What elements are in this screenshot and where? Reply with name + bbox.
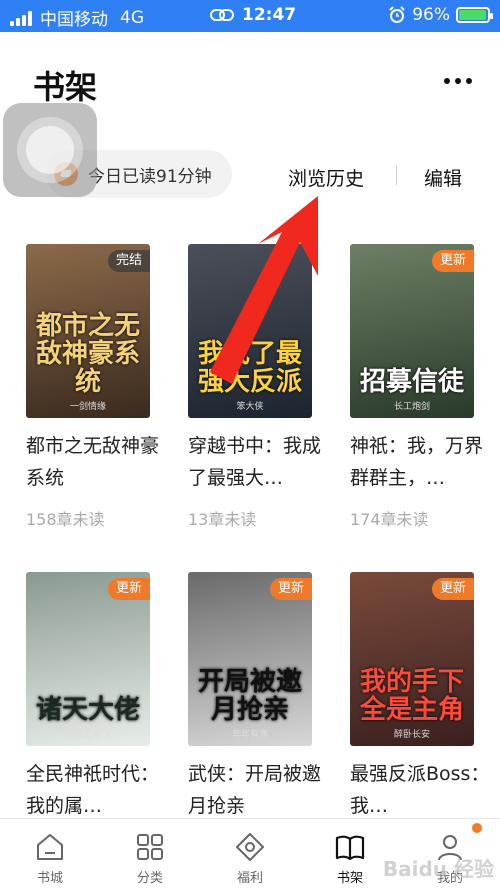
nav-item-4[interactable]: 我的: [400, 819, 500, 888]
nav-label: 分类: [136, 871, 163, 886]
nav-label: 我的: [436, 871, 463, 886]
cover-title: 我的手下全是主角: [359, 667, 464, 725]
assistive-touch-button[interactable]: [3, 103, 97, 197]
browse-history-button[interactable]: 浏览历史: [288, 164, 364, 191]
book-cover[interactable]: 我成了最强大反派笨大侠: [188, 244, 312, 418]
link-icon: [210, 9, 234, 21]
book-cover[interactable]: 更新招募信徒长工炮剑: [350, 244, 474, 418]
unread-count: 13章未读: [188, 510, 257, 529]
cover-author: 一剑情缘: [69, 402, 106, 412]
book-cover[interactable]: 更新我的手下全是主角醉卧长安: [350, 572, 474, 746]
unread-count: 158章未读: [26, 510, 105, 529]
book-title[interactable]: 最强反派Boss：我…: [350, 758, 492, 822]
unread-count: 174章未读: [350, 510, 429, 529]
book-status-tag: 更新: [431, 250, 474, 272]
cover-author: 笨大侠: [236, 402, 264, 412]
nav-item-2[interactable]: 福利: [200, 819, 300, 888]
book-cover[interactable]: 完结都市之无敌神豪系统一剑情缘: [26, 244, 150, 418]
book-status-tag: 完结: [107, 250, 150, 272]
edit-button[interactable]: 编辑: [424, 164, 462, 191]
book-title[interactable]: 穿越书中：我成了最强大…: [188, 430, 330, 494]
status-bar: 中国移动 4G 12:47 96%: [0, 0, 500, 32]
book-cover[interactable]: 更新开局被邀月抢亲年年有渔: [188, 572, 312, 746]
book-title[interactable]: 武侠：开局被邀月抢亲: [188, 758, 330, 822]
cover-author: 长工炮剑: [393, 402, 430, 412]
status-center: 12:47: [210, 5, 296, 25]
cover-title: 开局被邀月抢亲: [197, 667, 302, 725]
nav-item-1[interactable]: 分类: [100, 819, 200, 888]
nav-item-3[interactable]: 书架: [300, 819, 400, 888]
book-title[interactable]: 都市之无敌神豪系统: [26, 430, 168, 494]
cover-title: 都市之无敌神豪系统: [35, 311, 140, 397]
cover-author: 醉卧长安: [393, 730, 430, 740]
divider: [396, 165, 397, 185]
book-status-tag: 更新: [107, 578, 150, 600]
status-right: 96%: [388, 5, 493, 25]
cover-title: 招募信徒: [359, 367, 464, 397]
book-status-tag: 更新: [431, 578, 474, 600]
carrier-label: 中国移动: [40, 10, 108, 30]
gift-icon: [236, 833, 264, 861]
battery-percent: 96%: [412, 5, 450, 25]
book-title[interactable]: 全民神祇时代：我的属…: [26, 758, 168, 822]
user-icon: [438, 835, 462, 861]
battery-icon: [456, 7, 493, 23]
book-cover[interactable]: 更新诸天大佬混沌之乖飞: [26, 572, 150, 746]
book-title[interactable]: 神祇：我，万界群群主，…: [350, 430, 492, 494]
notification-dot: [472, 823, 482, 833]
grid-icon: [137, 834, 163, 860]
cover-title: 我成了最强大反派: [197, 339, 302, 397]
alarm-icon: [389, 6, 405, 23]
reading-time-text: 今日已读91分钟: [88, 166, 212, 187]
nav-label: 书架: [336, 871, 363, 886]
network-label: 4G: [120, 7, 144, 28]
book-status-tag: 更新: [269, 578, 312, 600]
bottom-nav: 书城 分类 福利 书架 我的: [0, 818, 500, 888]
home-icon: [37, 834, 63, 860]
book-icon: [335, 835, 365, 861]
nav-label: 书城: [36, 871, 63, 886]
page-title: 书架: [33, 68, 98, 106]
cover-author: 混沌之乖飞: [65, 730, 111, 740]
nav-label: 福利: [236, 871, 263, 886]
clock: 12:47: [242, 5, 297, 25]
cover-title: 诸天大佬: [35, 695, 140, 725]
signal-icon: [10, 10, 32, 26]
nav-item-0[interactable]: 书城: [0, 819, 100, 888]
more-dots-icon[interactable]: [444, 78, 472, 84]
status-left: 中国移动 4G: [10, 5, 144, 30]
cover-author: 年年有渔: [231, 730, 268, 740]
